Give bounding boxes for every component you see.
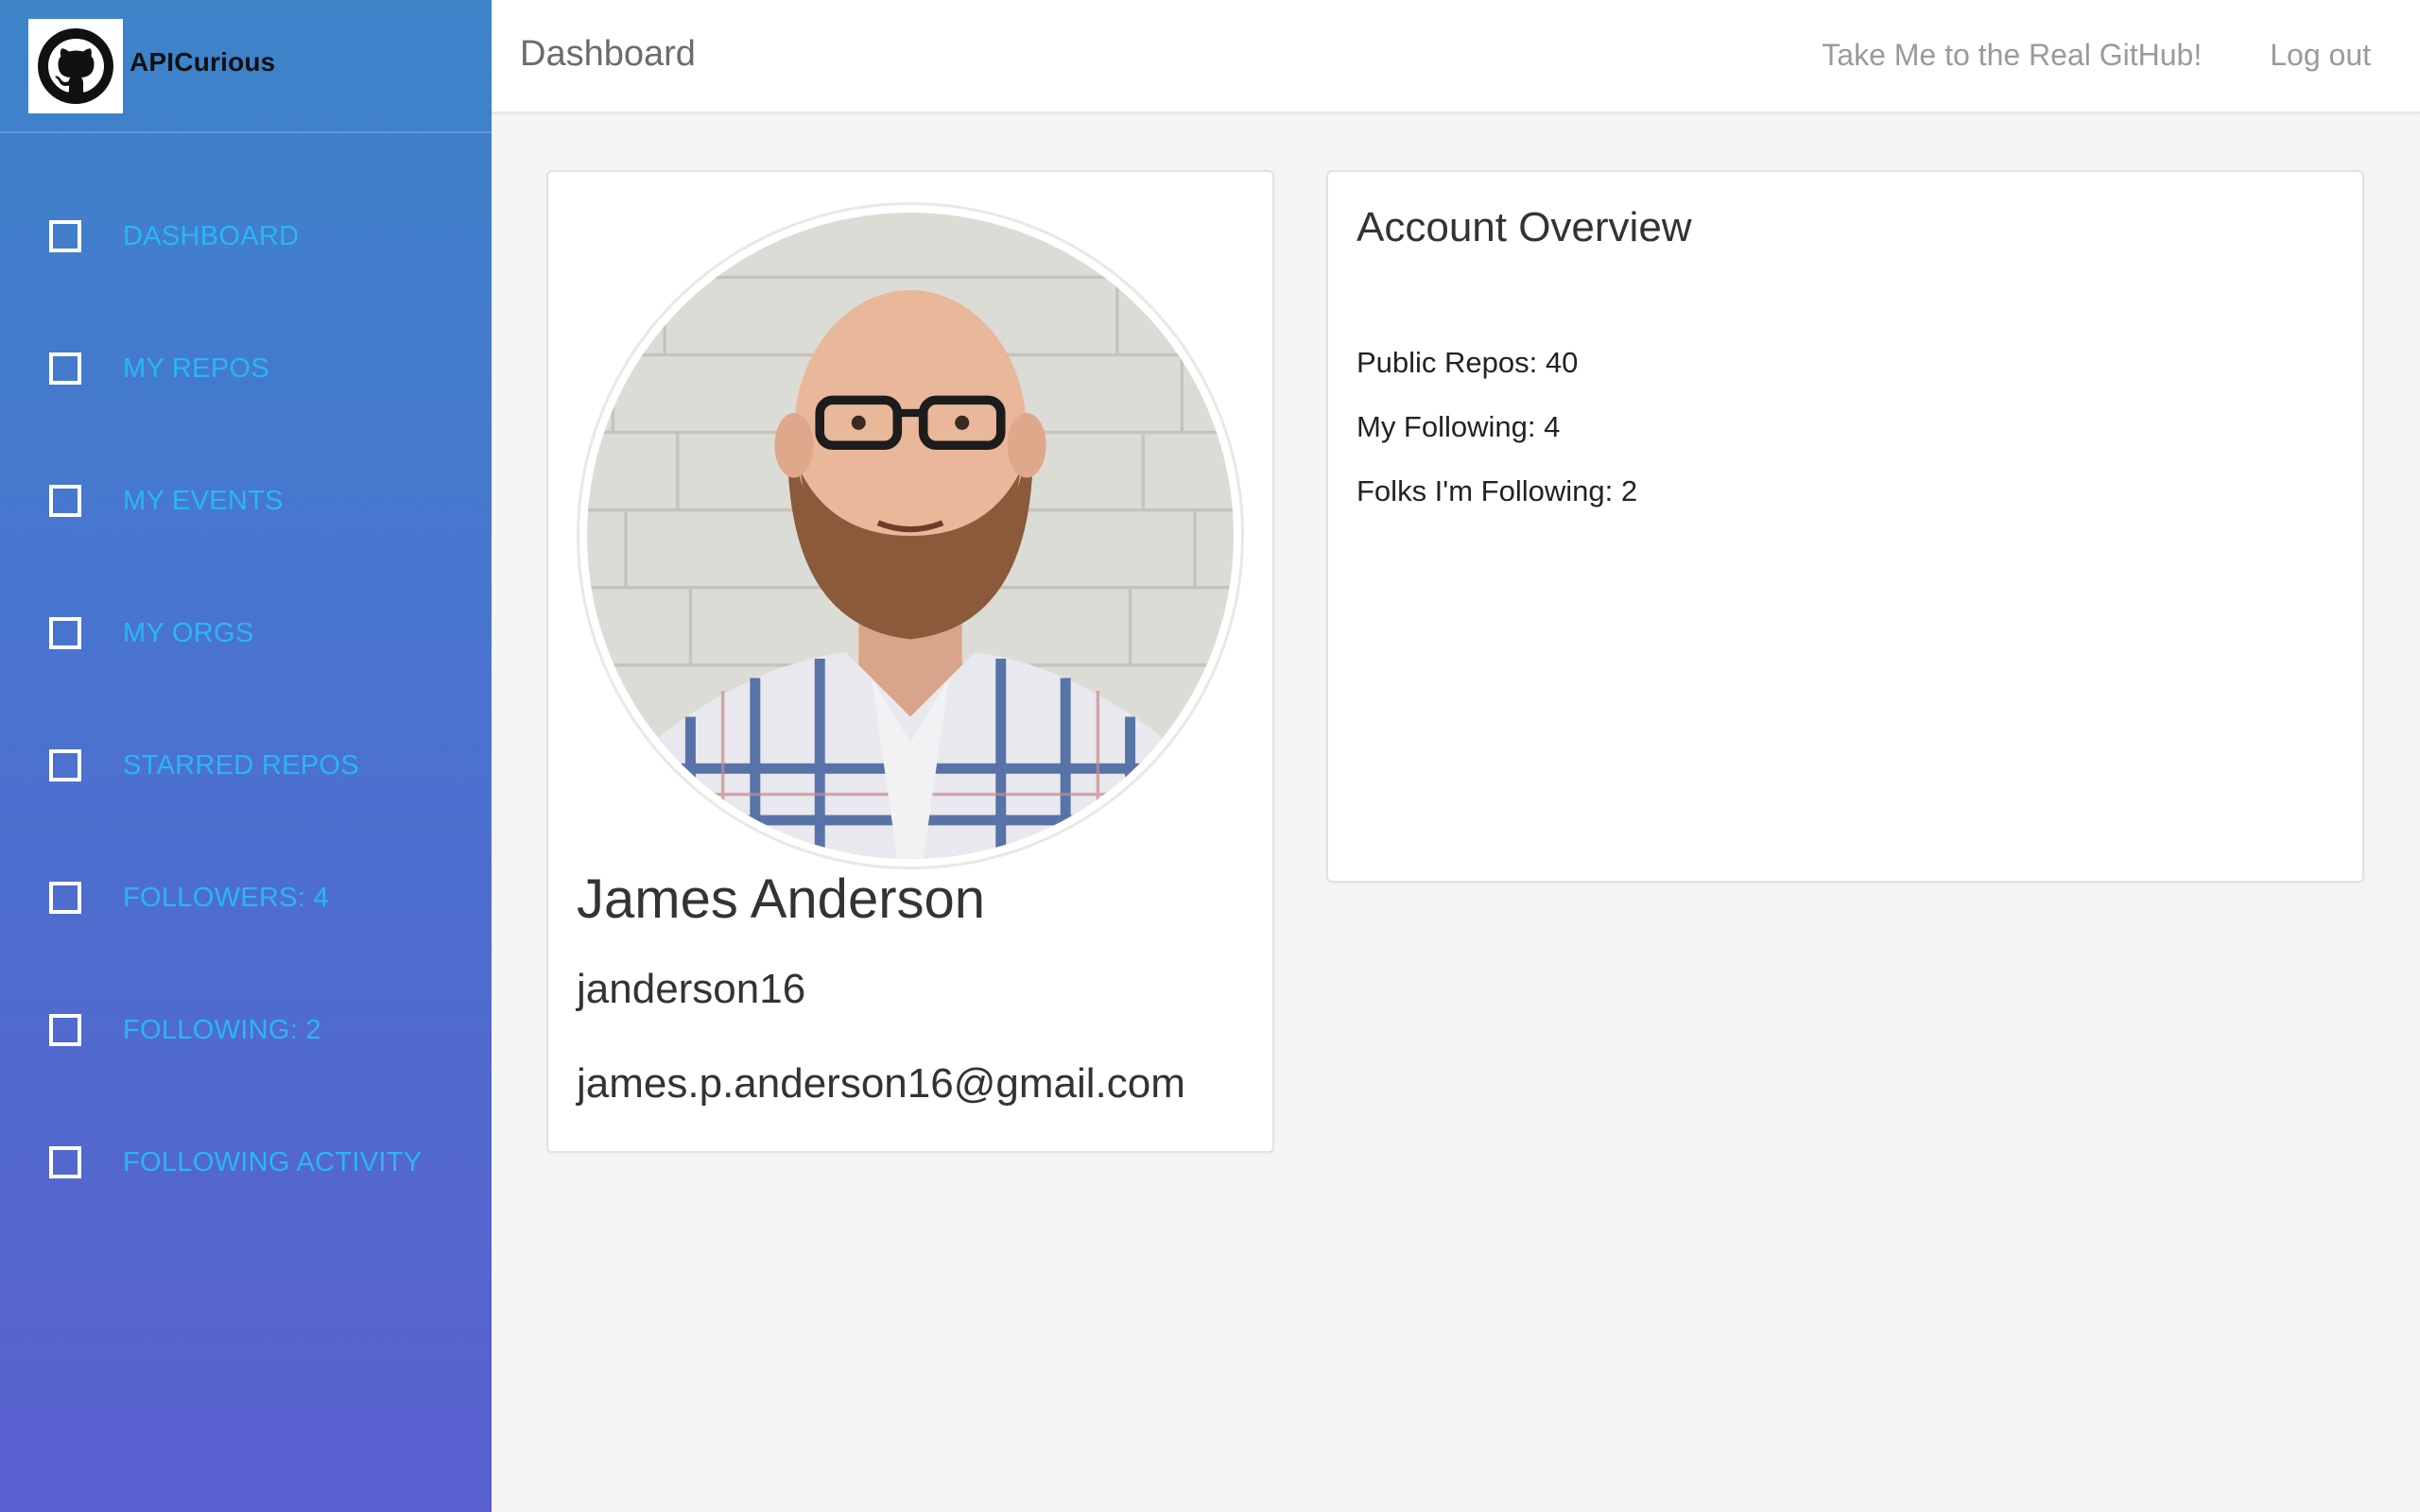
sidebar-item-dashboard[interactable]: Dashboard [0,170,492,302]
checkbox-icon [49,749,81,782]
sidebar-item-label: My Orgs [123,617,254,648]
profile-email: james.p.anderson16@gmail.com [577,1060,1185,1107]
stat-public-repos: Public Repos: 40 [1357,346,1579,379]
sidebar-item-label: Followers: 4 [123,882,329,913]
sidebar-item-following-activity[interactable]: Following Activity [0,1096,492,1228]
profile-login: janderson16 [577,966,806,1012]
account-overview-title: Account Overview [1357,204,1692,250]
sidebar-item-label: Following Activity [123,1146,423,1177]
brand-name: APICurious [130,47,276,77]
top-nav: Take Me to the Real GitHub! Log out [1822,38,2371,73]
sidebar-item-my-repos[interactable]: My Repos [0,302,492,435]
sidebar-item-label: Starred Repos [123,749,359,781]
sidebar-item-starred-repos[interactable]: Starred Repos [0,699,492,832]
sidebar-item-followers[interactable]: Followers: 4 [0,832,492,964]
checkbox-icon [49,617,81,649]
avatar [577,202,1244,869]
brand[interactable]: APICurious [0,0,492,133]
page-title: Dashboard [520,34,696,74]
checkbox-icon [49,1014,81,1046]
checkbox-icon [49,352,81,385]
sidebar-item-my-events[interactable]: My Events [0,435,492,567]
sidebar-item-label: My Events [123,485,284,516]
account-overview-card: Account Overview Public Repos: 40 My Fol… [1326,170,2364,883]
checkbox-icon [49,220,81,252]
stat-folks-following: Folks I'm Following: 2 [1357,474,1638,507]
sidebar-item-label: Dashboard [123,220,300,251]
avatar-photo [587,213,1234,859]
profile-card: James Anderson janderson16 james.p.ander… [546,170,1274,1153]
sidebar-nav: Dashboard My Repos My Events My Orgs Sta… [0,170,492,1228]
sidebar-item-my-orgs[interactable]: My Orgs [0,567,492,699]
sidebar: APICurious Dashboard My Repos My Events … [0,0,492,1512]
logout-link[interactable]: Log out [2270,38,2371,73]
sidebar-item-following[interactable]: Following: 2 [0,964,492,1096]
stat-my-following: My Following: 4 [1357,410,1561,443]
real-github-link[interactable]: Take Me to the Real GitHub! [1822,38,2202,73]
sidebar-item-label: My Repos [123,352,269,384]
checkbox-icon [49,1146,81,1178]
account-stats: Public Repos: 40 My Following: 4 Folks I… [1357,344,1637,537]
profile-name: James Anderson [577,868,986,930]
top-bar: Dashboard Take Me to the Real GitHub! Lo… [492,0,2420,113]
github-logo-icon[interactable] [28,19,123,113]
sidebar-item-label: Following: 2 [123,1014,321,1045]
checkbox-icon [49,882,81,914]
checkbox-icon [49,485,81,517]
